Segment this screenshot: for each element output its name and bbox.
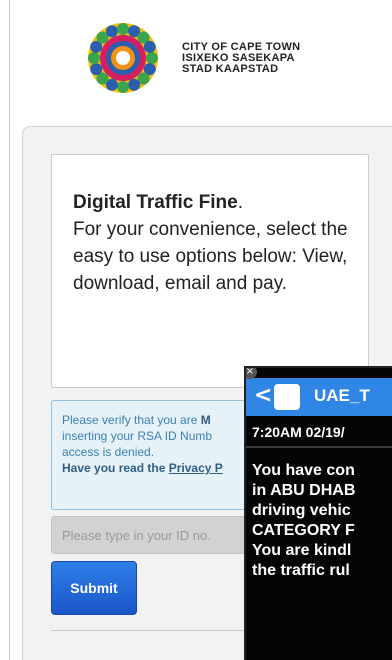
logo-petal xyxy=(146,52,158,64)
sms-body-line: in ABU DHAB xyxy=(252,482,356,499)
sms-body-line: driving vehic xyxy=(252,502,351,519)
logo-petal xyxy=(90,63,103,76)
notice-line2: inserting your RSA ID Numb xyxy=(62,429,213,443)
city-logo xyxy=(88,23,158,93)
site-header: CITY OF CAPE TOWN ISIXEKO SASEKAPA STAD … xyxy=(80,20,370,96)
notice-line1: Please verify that you are xyxy=(62,413,201,427)
back-arrow-icon[interactable]: < xyxy=(254,384,272,408)
logo-petal xyxy=(117,81,129,93)
submit-button[interactable]: Submit xyxy=(51,561,137,615)
intro-box: Digital Traffic Fine. For your convenien… xyxy=(51,154,369,388)
privacy-policy-link[interactable]: Privacy P xyxy=(169,461,223,475)
divider xyxy=(51,630,251,631)
sender-avatar xyxy=(274,384,300,410)
sms-sender: UAE_T xyxy=(314,386,370,405)
sms-body: You have con in ABU DHAB driving vehic C… xyxy=(252,461,392,581)
notice-line1-bold: M xyxy=(200,413,211,427)
intro-title: Digital Traffic Fine xyxy=(73,192,238,213)
notice-line4: Have you read the xyxy=(62,461,169,475)
sms-screenshot-overlay: < UAE_T 7:20AM 02/19/ You have con in AB… xyxy=(244,366,392,660)
sms-separator xyxy=(246,446,392,448)
logo-petal xyxy=(117,23,129,35)
logo-petal xyxy=(143,40,156,53)
sms-body-line: You are kindl xyxy=(252,542,352,559)
logo-petal xyxy=(105,25,118,38)
city-name-af: STAD KAAPSTAD xyxy=(182,63,279,75)
sms-timestamp: 7:20AM 02/19/ xyxy=(252,424,345,440)
sms-header: < UAE_T xyxy=(246,378,392,416)
sms-body-line: You have con xyxy=(252,462,355,479)
intro-text: Digital Traffic Fine. For your convenien… xyxy=(73,189,353,297)
city-name: CITY OF CAPE TOWN ISIXEKO SASEKAPA STAD … xyxy=(182,42,300,75)
intro-body: For your convenience, select the easy to… xyxy=(73,219,348,294)
logo-petal xyxy=(88,52,100,64)
sms-body-line: the traffic rul xyxy=(252,562,350,579)
sms-body-line: CATEGORY F xyxy=(252,522,355,539)
logo-petal xyxy=(128,78,141,91)
intro-title-period: . xyxy=(237,192,243,213)
notice-line3: access is denied. xyxy=(62,445,155,459)
